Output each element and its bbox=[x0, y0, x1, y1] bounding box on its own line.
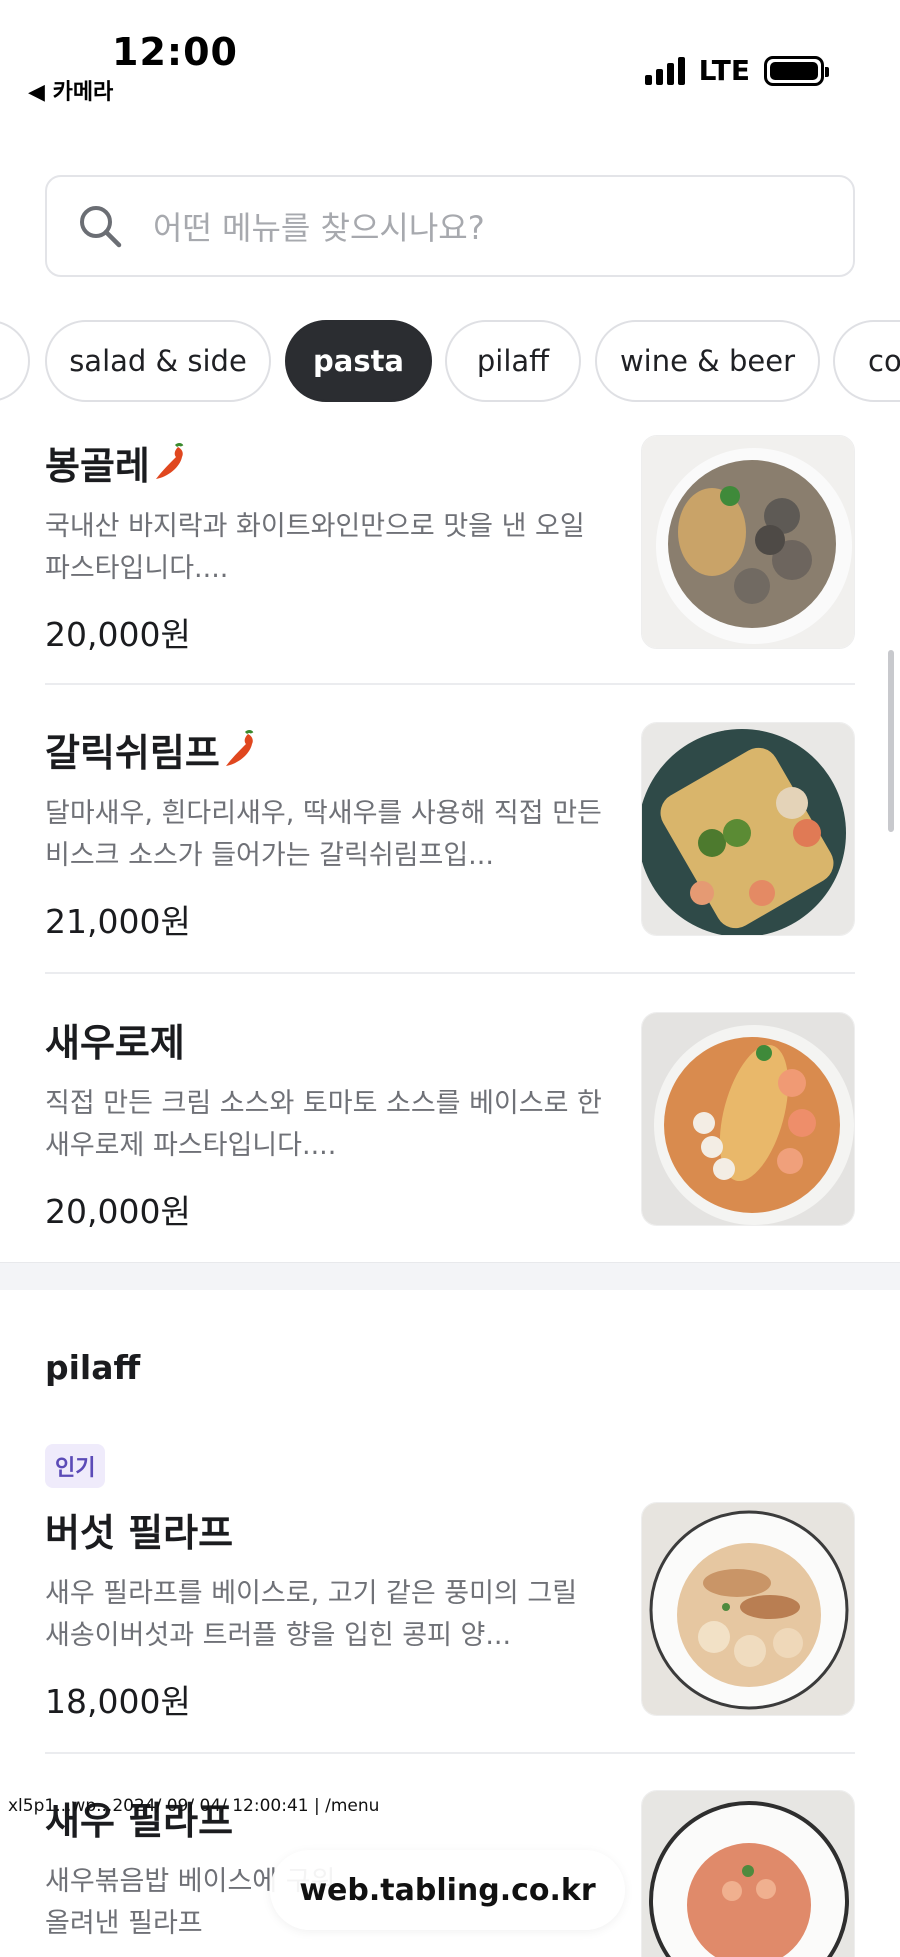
tab-wine-beer[interactable]: wine & beer bbox=[595, 320, 820, 402]
tab-previous-partial[interactable] bbox=[0, 320, 30, 402]
section-title-pilaff: pilaff bbox=[45, 1348, 141, 1387]
menu-item-garlic-shrimp[interactable]: 갈릭쉬림프 달마새우, 흰다리새우, 딱새우를 사용해 직접 만든 비스크 소스… bbox=[45, 722, 855, 941]
signal-icon bbox=[644, 56, 685, 85]
back-to-camera-link[interactable]: ◀ 카메라 bbox=[28, 74, 113, 106]
domain-toast: web.tabling.co.kr bbox=[270, 1850, 625, 1930]
menu-item-photo bbox=[641, 1790, 855, 1957]
search-icon bbox=[80, 206, 122, 248]
menu-item-photo bbox=[641, 1012, 855, 1226]
status-time: 12:00 bbox=[112, 30, 238, 74]
menu-item-photo bbox=[641, 435, 855, 649]
menu-item-description: 직접 만든 크림 소스와 토마토 소스를 베이스로 한 새우로제 파스타입니다.… bbox=[45, 1088, 602, 1161]
popular-badge: 인기 bbox=[45, 1444, 106, 1488]
menu-item-mushroom-pilaff[interactable]: 인기 버섯 필라프 새우 필라프를 베이스로, 고기 같은 풍미의 그릴 새송이… bbox=[45, 1444, 855, 1721]
search-placeholder: 어떤 메뉴를 찾으시나요? bbox=[153, 209, 485, 247]
menu-item-name: 갈릭쉬림프 bbox=[45, 731, 220, 775]
menu-item-description: 새우 필라프를 베이스로, 고기 같은 풍미의 그릴 새송이버섯과 트러플 향을… bbox=[45, 1578, 578, 1651]
chili-pepper-icon bbox=[155, 442, 184, 479]
tab-partial[interactable]: co bbox=[833, 320, 900, 402]
network-label: LTE bbox=[698, 54, 750, 87]
battery-icon bbox=[764, 55, 829, 86]
search-input[interactable]: 어떤 메뉴를 찾으시나요? bbox=[45, 175, 855, 277]
tab-pasta[interactable]: pasta bbox=[285, 320, 432, 402]
chili-pepper-icon bbox=[225, 729, 254, 766]
url-timestamp-overlay: xl5p1...wp...2024/ 09/ 04/ 12:00:41 | /m… bbox=[8, 1796, 380, 1816]
tab-salad-side[interactable]: salad & side bbox=[45, 320, 271, 402]
menu-item-name: 버섯 필라프 bbox=[45, 1511, 234, 1555]
divider bbox=[45, 1752, 855, 1754]
menu-item-name: 새우로제 bbox=[45, 1021, 185, 1065]
scrollbar[interactable] bbox=[888, 650, 894, 832]
divider bbox=[45, 683, 855, 685]
menu-item-description: 달마새우, 흰다리새우, 딱새우를 사용해 직접 만든 비스크 소스가 들어가는… bbox=[45, 798, 602, 871]
category-tabs: salad & side pasta pilaff wine & beer co bbox=[0, 320, 900, 404]
tab-pilaff[interactable]: pilaff bbox=[445, 320, 581, 402]
section-separator bbox=[0, 1262, 900, 1290]
menu-item-description: 국내산 바지락과 화이트와인만으로 맛을 낸 오일 파스타입니다.... bbox=[45, 511, 585, 584]
menu-item-photo bbox=[641, 1502, 855, 1716]
menu-item-shrimp-rose[interactable]: 새우로제 직접 만든 크림 소스와 토마토 소스를 베이스로 한 새우로제 파스… bbox=[45, 1012, 855, 1231]
status-indicators: LTE bbox=[644, 54, 829, 87]
menu-item-name: 봉골레 bbox=[45, 444, 150, 488]
divider bbox=[45, 972, 855, 974]
menu-item-bongole[interactable]: 봉골레 국내산 바지락과 화이트와인만으로 맛을 낸 오일 파스타입니다....… bbox=[45, 435, 855, 654]
menu-item-photo bbox=[641, 722, 855, 936]
